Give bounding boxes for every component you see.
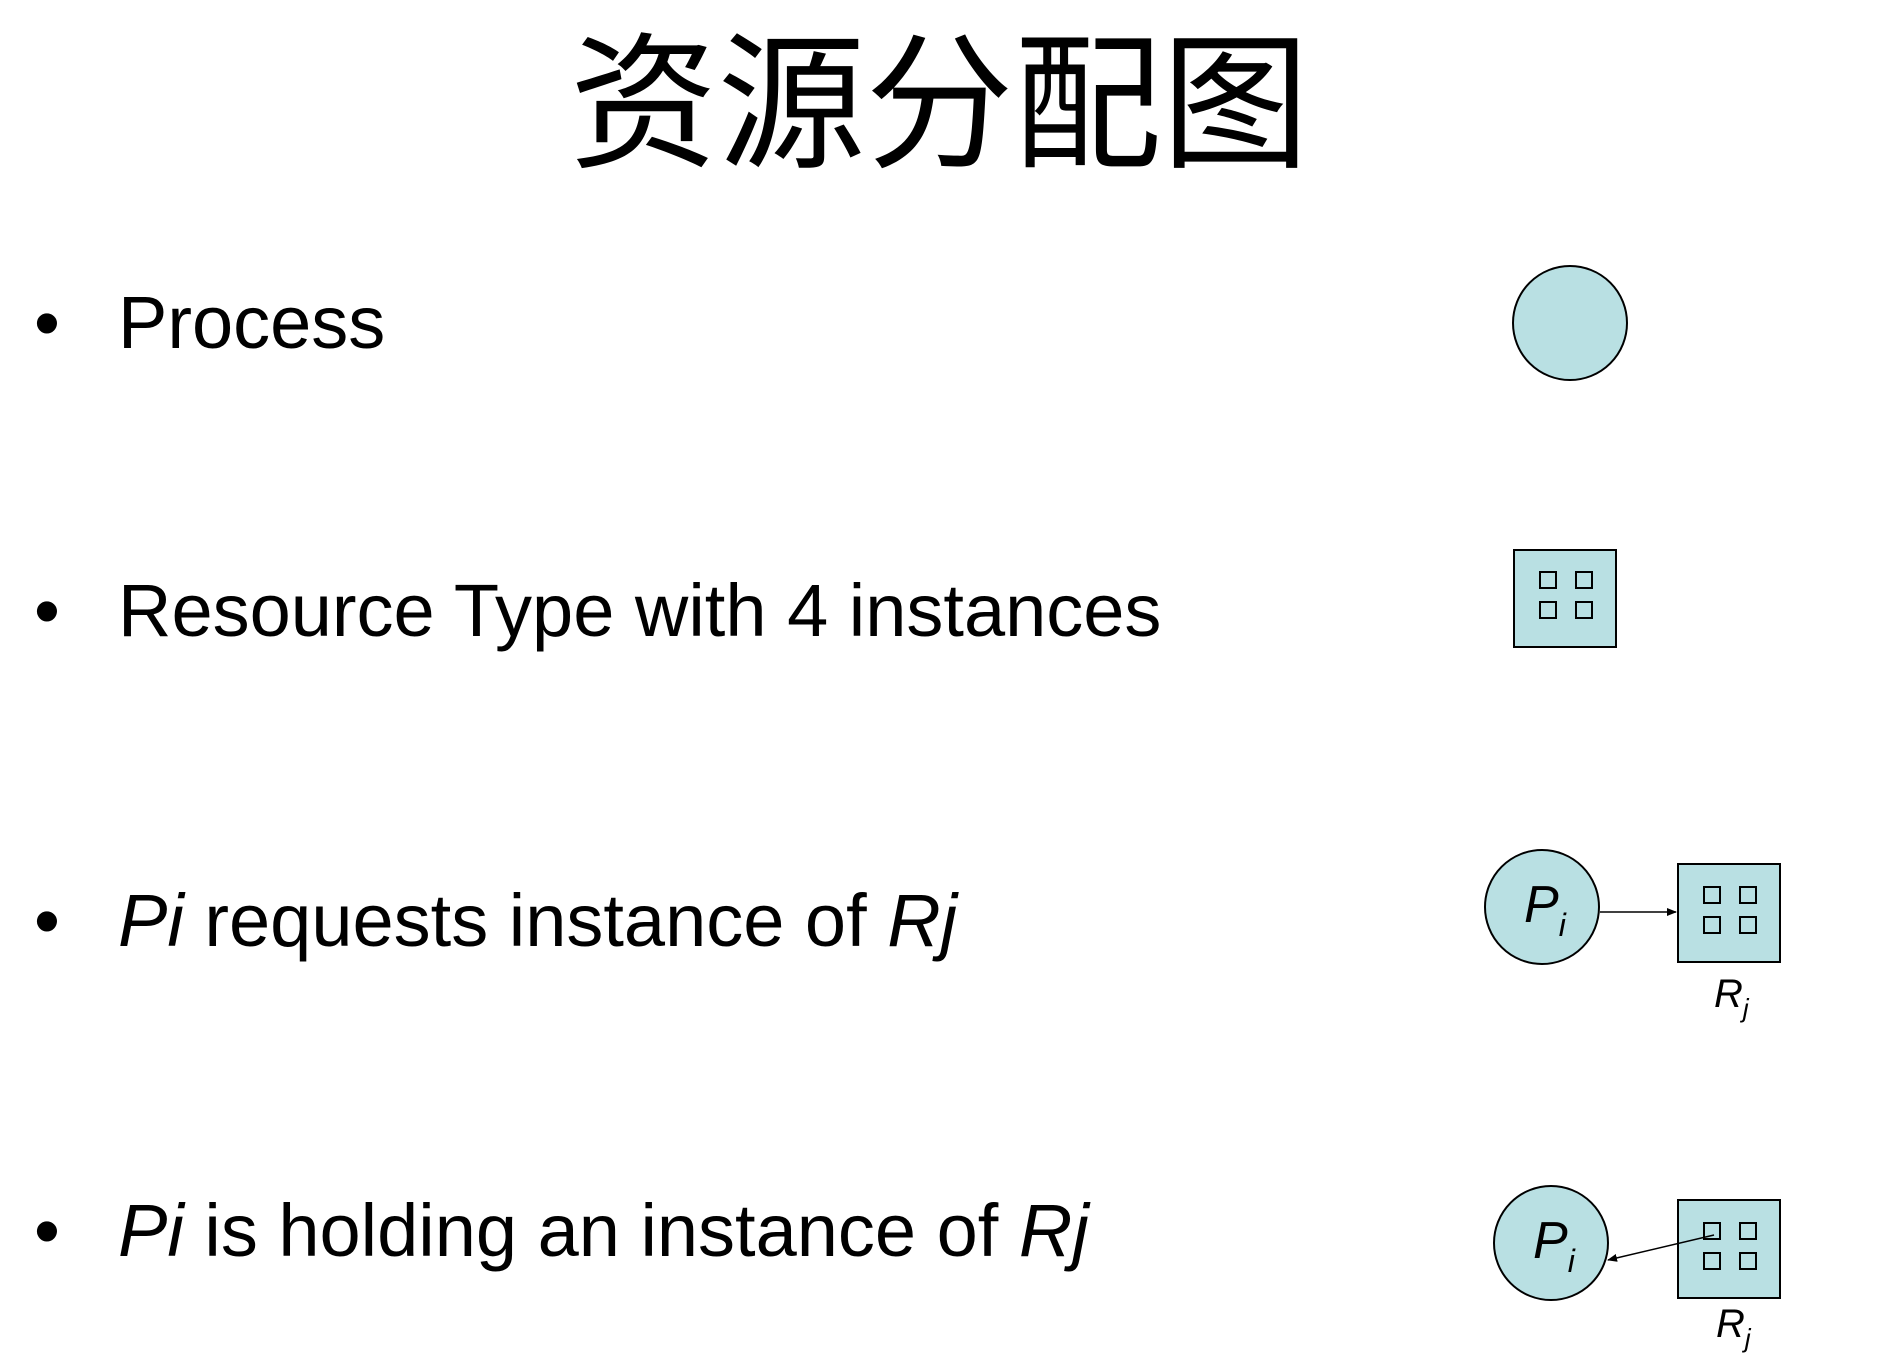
resource-label: Rj [1714,972,1750,1023]
request-edge-example: Pi Rj [1484,849,1781,1023]
resource-label: Rj [1716,1302,1752,1353]
slide: 资源分配图 • Process • Resource Type with 4 i… [0,0,1879,1359]
resource-box [1677,1199,1781,1299]
resource-allocation-diagram: Pi Rj Pi Rj [1484,265,1781,1353]
resource-box [1513,549,1617,648]
process-node-symbol [1512,265,1628,381]
assignment-edge-example: Pi Rj [1493,1185,1781,1353]
resource-box [1677,863,1781,963]
resource-type-symbol [1513,549,1617,648]
